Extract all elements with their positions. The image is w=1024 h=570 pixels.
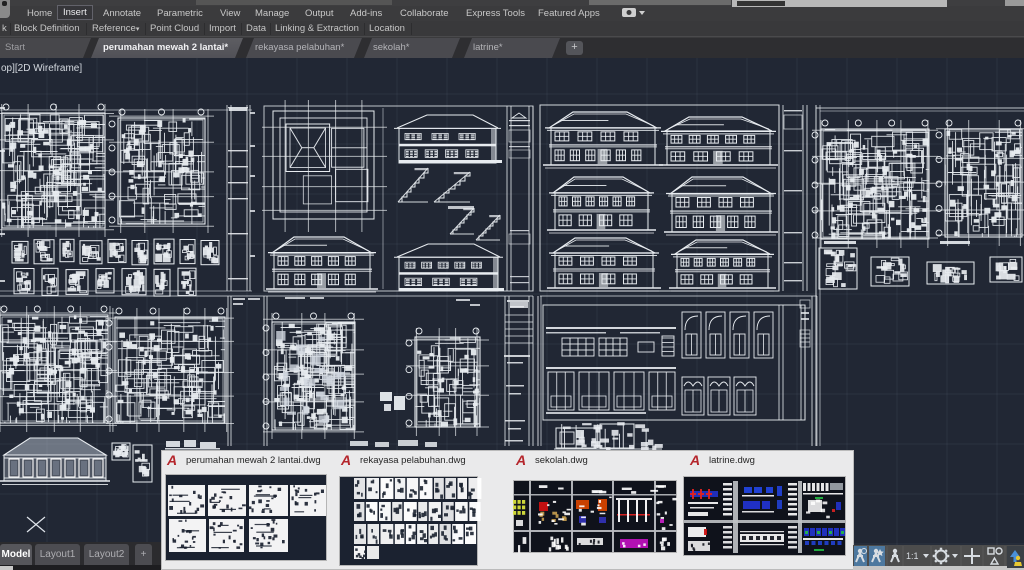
svg-text:1:1: 1:1 <box>906 551 919 561</box>
